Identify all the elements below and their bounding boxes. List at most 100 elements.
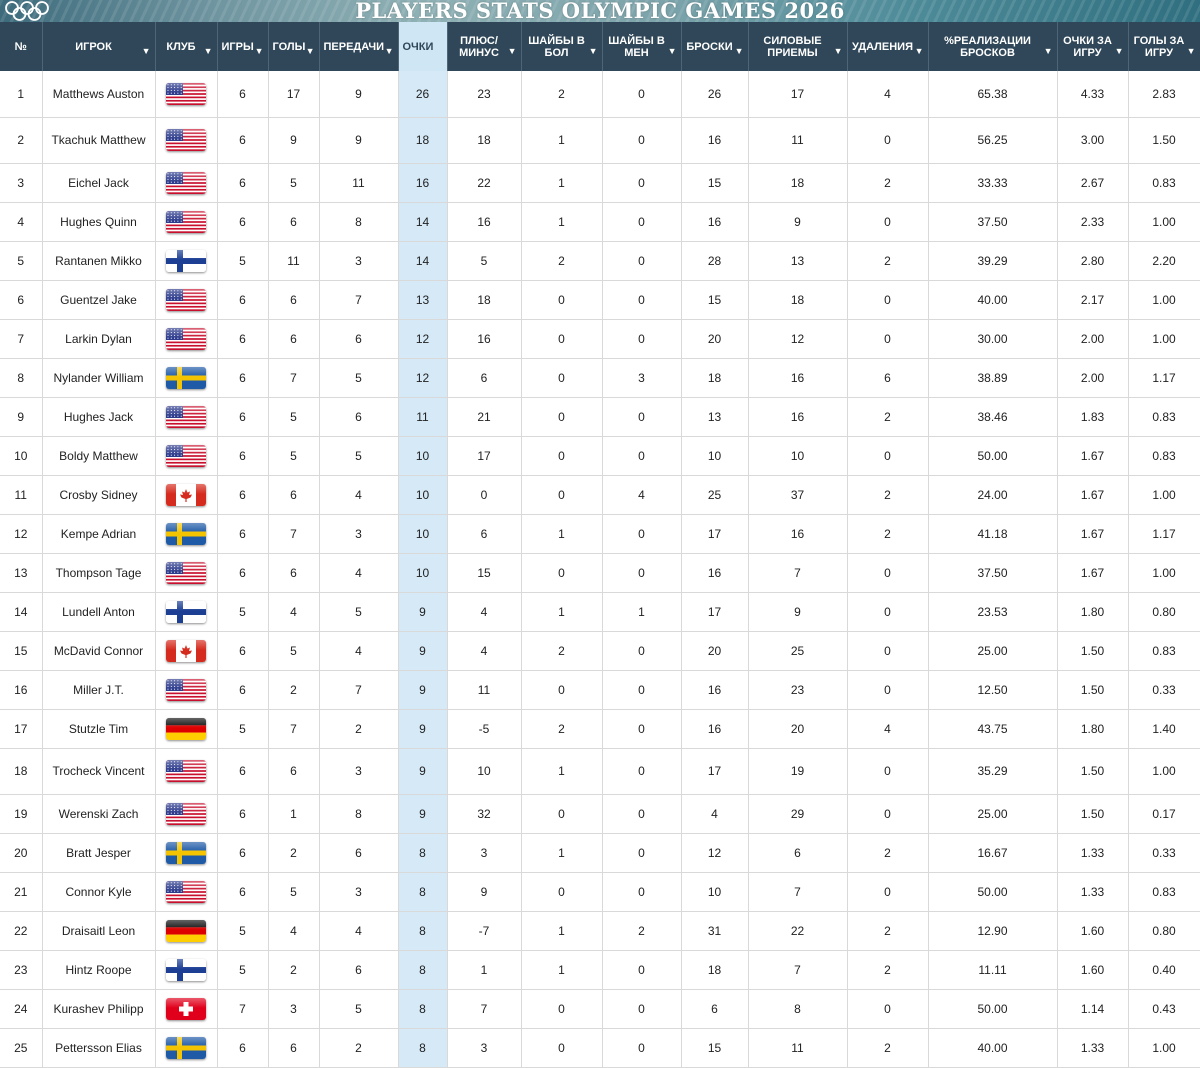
column-header-pim[interactable]: УДАЛЕНИЯ ▼ <box>847 22 929 71</box>
cell-hits: 22 <box>748 911 848 951</box>
cell-pim: 0 <box>847 794 929 834</box>
table-row[interactable]: 9 Hughes Jack 6 5 6 11 21 0 0 13 16 2 38.46 1.83 0.83 <box>0 397 1200 437</box>
table-row[interactable]: 3 Eichel Jack 6 5 11 16 22 1 0 15 18 2 33.33 2.67 0.83 <box>0 163 1200 203</box>
column-header-goals[interactable]: ГОЛЫ ▼ <box>268 22 320 71</box>
table-row[interactable]: 6 Guentzel Jake 6 6 7 13 18 0 0 15 18 0 40.00 2.17 1.0… <box>0 280 1200 320</box>
table-row[interactable]: 16 Miller J.T. 6 2 7 9 11 0 0 16 23 0 12.50 1.50 0.33 <box>0 670 1200 710</box>
table-row[interactable]: 18 Trocheck Vincent 6 6 3 9 10 1 0 17 19 0 35.29 1.50… <box>0 748 1200 795</box>
sort-arrow-icon[interactable]: ▼ <box>735 45 744 57</box>
cell-points: 8 <box>398 872 448 912</box>
cell-player[interactable]: McDavid Connor <box>42 631 156 671</box>
cell-player[interactable]: Kempe Adrian <box>42 514 156 554</box>
cell-ppg_avg: 1.67 <box>1057 553 1129 593</box>
cell-player[interactable]: Kurashev Philipp <box>42 989 156 1029</box>
sort-arrow-icon[interactable]: ▼ <box>508 45 517 57</box>
column-header-ppg_avg[interactable]: ОЧКИ ЗА ИГРУ ▼ <box>1057 22 1129 71</box>
cell-shots: 18 <box>681 358 749 398</box>
cell-player[interactable]: Tkachuk Matthew <box>42 117 156 164</box>
table-row[interactable]: 24 Kurashev Philipp 7 3 5 8 7 0 0 6 8 0 50.00 1.14 0.4… <box>0 989 1200 1029</box>
cell-points: 8 <box>398 989 448 1029</box>
table-row[interactable]: 19 Werenski Zach 6 1 8 9 32 0 0 4 29 0 25.00 1.50 0.17 <box>0 794 1200 834</box>
sort-arrow-icon[interactable]: ▼ <box>589 45 598 57</box>
table-row[interactable]: 8 Nylander William 6 7 5 12 6 0 3 18 16 6 38.89 2.00 1… <box>0 358 1200 398</box>
cell-points: 9 <box>398 748 448 795</box>
cell-ppg_avg: 1.67 <box>1057 436 1129 476</box>
cell-shg: 0 <box>602 241 682 281</box>
table-row[interactable]: 21 Connor Kyle 6 5 3 8 9 0 0 10 7 0 50.00 1.33 0.83 <box>0 872 1200 912</box>
table-row[interactable]: 1 Matthews Auston 6 17 9 26 23 2 0 26 17 4 65.38 4.33… <box>0 71 1200 118</box>
table-row[interactable]: 12 Kempe Adrian 6 7 3 10 6 1 0 17 16 2 41.18 1.67 1.17 <box>0 514 1200 554</box>
sort-arrow-icon[interactable]: ▼ <box>204 45 213 57</box>
sort-arrow-icon[interactable]: ▼ <box>668 45 677 57</box>
sort-arrow-icon[interactable]: ▼ <box>306 45 315 57</box>
column-header-assists[interactable]: ПЕРЕДАЧИ ▼ <box>319 22 399 71</box>
cell-player[interactable]: Guentzel Jake <box>42 280 156 320</box>
sort-arrow-icon[interactable]: ▼ <box>915 45 924 57</box>
cell-player[interactable]: Nylander William <box>42 358 156 398</box>
cell-player[interactable]: Hughes Quinn <box>42 202 156 242</box>
cell-player[interactable]: Werenski Zach <box>42 794 156 834</box>
column-header-plusminus[interactable]: ПЛЮС/ МИНУС ▼ <box>447 22 522 71</box>
sort-arrow-icon[interactable]: ▼ <box>834 45 843 57</box>
table-row[interactable]: 20 Bratt Jesper 6 2 6 8 3 1 0 12 6 2 16.67 1.33 0.33 <box>0 833 1200 873</box>
table-row[interactable]: 2 Tkachuk Matthew 6 9 9 18 18 1 0 16 11 0 56.25 3.00 1… <box>0 117 1200 164</box>
column-header-hits[interactable]: СИЛОВЫЕ ПРИЕМЫ ▼ <box>748 22 848 71</box>
cell-pim: 0 <box>847 553 929 593</box>
column-header-games[interactable]: ИГРЫ ▼ <box>217 22 269 71</box>
sort-arrow-icon[interactable]: ▼ <box>1115 45 1124 57</box>
sort-arrow-icon[interactable]: ▼ <box>1187 45 1196 57</box>
cell-pim: 0 <box>847 117 929 164</box>
table-row[interactable]: 4 Hughes Quinn 6 6 8 14 16 1 0 16 9 0 37.50 2.33 1.00 <box>0 202 1200 242</box>
table-row[interactable]: 17 Stutzle Tim 5 7 2 9 -5 2 0 16 20 4 43.75 1.80 1.40 <box>0 709 1200 749</box>
column-header-points[interactable]: ОЧКИ▼ <box>398 22 448 71</box>
cell-player[interactable]: Stutzle Tim <box>42 709 156 749</box>
column-header-ppg[interactable]: ШАЙБЫ В БОЛ ▼ <box>521 22 603 71</box>
table-row[interactable]: 15 McDavid Connor 6 5 4 9 4 2 0 20 25 0 25.00 1.50 0.8… <box>0 631 1200 671</box>
cell-player[interactable]: Hughes Jack <box>42 397 156 437</box>
cell-gpg_avg: 0.80 <box>1128 911 1200 951</box>
table-row[interactable]: 25 Pettersson Elias 6 6 2 8 3 0 0 15 11 2 40.00 1.33 1… <box>0 1028 1200 1068</box>
cell-games: 6 <box>217 833 269 873</box>
sort-arrow-icon[interactable]: ▼ <box>255 45 264 57</box>
column-header-shg[interactable]: ШАЙБЫ В МЕН ▼ <box>602 22 682 71</box>
cell-hits: 9 <box>748 202 848 242</box>
cell-player[interactable]: Eichel Jack <box>42 163 156 203</box>
table-row[interactable]: 22 Draisaitl Leon 5 4 4 8 -7 1 2 31 22 2 12.90 1.60 0.… <box>0 911 1200 951</box>
cell-gpg_avg: 1.17 <box>1128 358 1200 398</box>
cell-player[interactable]: Connor Kyle <box>42 872 156 912</box>
column-header-shots[interactable]: БРОСКИ ▼ <box>681 22 749 71</box>
cell-player[interactable]: Hintz Roope <box>42 950 156 990</box>
table-row[interactable]: 14 Lundell Anton 5 4 5 9 4 1 1 17 9 0 23.53 1.80 0.80 <box>0 592 1200 632</box>
cell-player[interactable]: Bratt Jesper <box>42 833 156 873</box>
cell-player[interactable]: Crosby Sidney <box>42 475 156 515</box>
cell-ppg: 2 <box>521 71 603 118</box>
column-header-gpg_avg[interactable]: ГОЛЫ ЗА ИГРУ ▼ <box>1128 22 1200 71</box>
cell-player[interactable]: Thompson Tage <box>42 553 156 593</box>
cell-player[interactable]: Boldy Matthew <box>42 436 156 476</box>
cell-player[interactable]: Trocheck Vincent <box>42 748 156 795</box>
cell-player[interactable]: Rantanen Mikko <box>42 241 156 281</box>
sort-arrow-icon[interactable]: ▼ <box>1044 45 1053 57</box>
cell-player[interactable]: Lundell Anton <box>42 592 156 632</box>
column-header-club[interactable]: КЛУБ ▼ <box>155 22 218 71</box>
table-row[interactable]: 11 Crosby Sidney 6 6 4 10 0 0 4 25 37 2 24.00 1.67 1.0… <box>0 475 1200 515</box>
column-header-player[interactable]: ИГРОК ▼ <box>42 22 156 71</box>
cell-player[interactable]: Larkin Dylan <box>42 319 156 359</box>
table-row[interactable]: 7 Larkin Dylan 6 6 6 12 16 0 0 20 12 0 30.00 2.00 1.00 <box>0 319 1200 359</box>
column-header-shot_pct[interactable]: %РЕАЛИЗАЦИИ БРОСКОВ ▼ <box>928 22 1058 71</box>
cell-plusminus: 1 <box>447 950 522 990</box>
cell-player[interactable]: Pettersson Elias <box>42 1028 156 1068</box>
cell-player[interactable]: Draisaitl Leon <box>42 911 156 951</box>
cell-points: 8 <box>398 833 448 873</box>
table-row[interactable]: 10 Boldy Matthew 6 5 5 10 17 0 0 10 10 0 50.00 1.67 0.… <box>0 436 1200 476</box>
table-row[interactable]: 5 Rantanen Mikko 5 11 3 14 5 2 0 28 13 2 39.29 2.80 2.… <box>0 241 1200 281</box>
table-row[interactable]: 13 Thompson Tage 6 6 4 10 15 0 0 16 7 0 37.50 1.67 1.0… <box>0 553 1200 593</box>
table-row[interactable]: 23 Hintz Roope 5 2 6 8 1 1 0 18 7 2 11.11 1.60 0.40 <box>0 950 1200 990</box>
cell-player[interactable]: Miller J.T. <box>42 670 156 710</box>
sort-arrow-icon[interactable]: ▼ <box>385 45 394 57</box>
sort-arrow-icon[interactable]: ▼ <box>142 45 151 57</box>
cell-player[interactable]: Matthews Auston <box>42 71 156 118</box>
cell-ppg: 0 <box>521 989 603 1029</box>
cell-pim: 2 <box>847 475 929 515</box>
cell-gpg_avg: 2.20 <box>1128 241 1200 281</box>
